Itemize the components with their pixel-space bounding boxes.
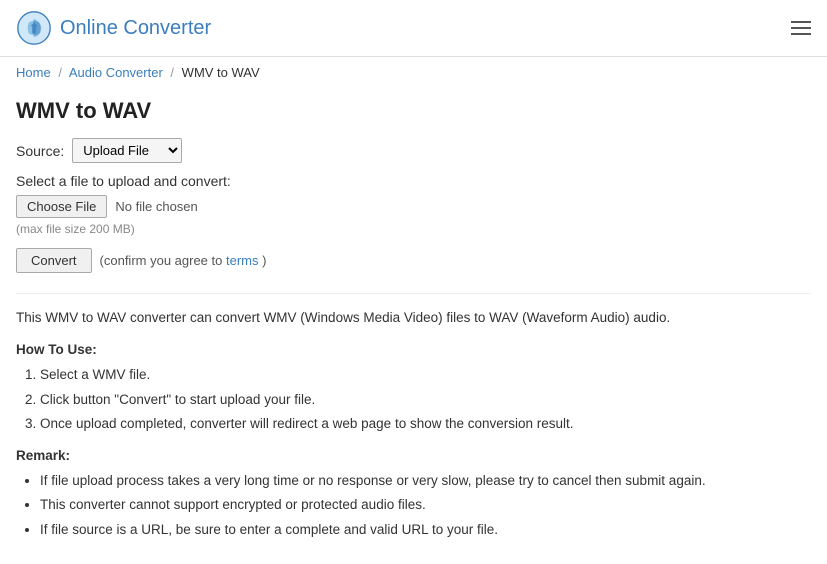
terms-link[interactable]: terms <box>226 253 259 268</box>
max-file-size: (max file size 200 MB) <box>16 222 811 236</box>
source-row: Source: Upload File URL Dropbox Google D… <box>16 138 811 163</box>
remark-list: If file upload process takes a very long… <box>40 471 811 540</box>
logo-text: Online Converter <box>60 17 211 40</box>
description: This WMV to WAV converter can convert WM… <box>16 308 811 328</box>
choose-file-button[interactable]: Choose File <box>16 195 107 218</box>
step-1: Select a WMV file. <box>40 365 811 385</box>
logo-icon <box>16 10 52 46</box>
convert-row: Convert (confirm you agree to terms ) <box>16 248 811 273</box>
source-label: Source: <box>16 143 64 159</box>
page-title: WMV to WAV <box>16 98 811 124</box>
no-file-text: No file chosen <box>115 199 197 214</box>
main-content: WMV to WAV Source: Upload File URL Dropb… <box>0 88 827 564</box>
breadcrumb-audio-converter[interactable]: Audio Converter <box>69 65 163 80</box>
breadcrumb-sep-1: / <box>58 65 62 80</box>
step-2: Click button "Convert" to start upload y… <box>40 390 811 410</box>
breadcrumb: Home / Audio Converter / WMV to WAV <box>0 57 827 88</box>
remark-2: This converter cannot support encrypted … <box>40 495 811 515</box>
how-to-use-title: How To Use: <box>16 342 811 357</box>
breadcrumb-current: WMV to WAV <box>182 65 260 80</box>
source-select[interactable]: Upload File URL Dropbox Google Drive <box>72 138 182 163</box>
header: Online Converter <box>0 0 827 57</box>
convert-button[interactable]: Convert <box>16 248 92 273</box>
divider <box>16 293 811 294</box>
file-input-row: Choose File No file chosen <box>16 195 811 218</box>
remark-3: If file source is a URL, be sure to ente… <box>40 520 811 540</box>
breadcrumb-home[interactable]: Home <box>16 65 51 80</box>
step-3: Once upload completed, converter will re… <box>40 414 811 434</box>
menu-icon[interactable] <box>791 21 811 35</box>
remark-1: If file upload process takes a very long… <box>40 471 811 491</box>
remark-title: Remark: <box>16 448 811 463</box>
steps-list: Select a WMV file. Click button "Convert… <box>40 365 811 434</box>
breadcrumb-sep-2: / <box>170 65 174 80</box>
confirm-text: (confirm you agree to terms ) <box>100 253 267 268</box>
select-file-label: Select a file to upload and convert: <box>16 173 811 189</box>
logo-container: Online Converter <box>16 10 211 46</box>
